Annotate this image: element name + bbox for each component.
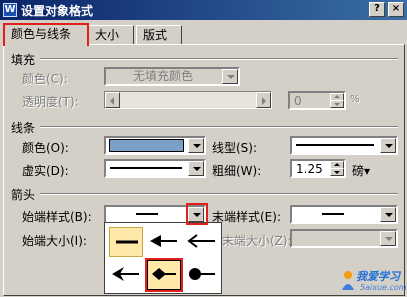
fill-section-title: 填充 xyxy=(11,53,36,67)
app-icon: W xyxy=(3,3,17,17)
watermark-text: 我爱学习 xyxy=(356,270,400,283)
tab-size-label: 大小 xyxy=(95,28,120,42)
begin-size-label: 始端大小(I): xyxy=(22,234,87,248)
transparency-down-icon[interactable] xyxy=(330,100,344,108)
title-bar: W 设置对象格式 ? × xyxy=(0,0,407,20)
arrow-style-popup xyxy=(104,222,222,294)
end-size-label: 末端大小(Z): xyxy=(222,234,292,248)
no-arrow-icon xyxy=(116,240,138,244)
watermark-logo: 我爱学习 5aixue.com xyxy=(338,266,407,296)
arrow-option-oval[interactable] xyxy=(185,260,219,290)
transparency-label: 透明度(T): xyxy=(22,95,79,109)
tab-colors-lines-label: 颜色与线条 xyxy=(11,27,72,41)
end-size-select[interactable] xyxy=(290,229,398,248)
fill-color-dropdown-button[interactable] xyxy=(222,69,238,84)
end-style-select[interactable] xyxy=(290,205,398,224)
help-button[interactable]: ? xyxy=(369,2,385,17)
arrow-diamond-icon xyxy=(152,268,176,280)
transparency-unit: % xyxy=(350,94,360,105)
arrow-option-stealth[interactable] xyxy=(109,260,143,290)
weight-input[interactable]: 1.25 xyxy=(290,159,346,178)
line-color-select[interactable] xyxy=(104,136,206,155)
line-style-dropdown-button[interactable] xyxy=(380,138,396,153)
fill-color-select[interactable]: 无填充颜色 xyxy=(104,67,240,86)
weight-unit[interactable]: 磅▾ xyxy=(352,162,370,179)
line-color-swatch xyxy=(109,139,184,152)
dash-select[interactable] xyxy=(104,159,206,178)
line-style-label: 线型(S): xyxy=(212,141,258,155)
fill-divider xyxy=(40,58,398,60)
line-style-select[interactable] xyxy=(290,136,398,155)
tab-layout-label: 版式 xyxy=(143,28,168,42)
dash-label: 虚实(D): xyxy=(22,164,69,178)
arrow-open-icon xyxy=(187,234,215,248)
window-title: 设置对象格式 xyxy=(21,4,94,18)
slider-right-icon[interactable] xyxy=(256,92,271,108)
arrow-option-filled[interactable] xyxy=(147,227,181,257)
arrows-section-title: 箭头 xyxy=(11,188,36,202)
dropdown-highlight-box xyxy=(186,203,208,225)
line-color-dropdown-button[interactable] xyxy=(188,138,204,153)
begin-style-preview xyxy=(136,213,158,215)
end-style-dropdown-button[interactable] xyxy=(380,207,396,222)
arrow-option-none[interactable] xyxy=(109,227,143,257)
transparency-input[interactable]: 0 xyxy=(288,91,346,110)
close-button[interactable]: × xyxy=(388,2,404,17)
line-section-title: 线条 xyxy=(11,121,36,135)
end-style-preview xyxy=(322,213,344,215)
dash-dropdown-button[interactable] xyxy=(188,161,204,176)
arrows-divider xyxy=(40,193,398,195)
line-style-preview xyxy=(296,144,374,146)
line-color-label: 颜色(O): xyxy=(22,141,69,155)
tab-colors-lines[interactable]: 颜色与线条 xyxy=(3,23,89,46)
weight-down-icon[interactable] xyxy=(330,168,344,176)
tab-size[interactable]: 大小 xyxy=(88,25,134,45)
weight-value: 1.25 xyxy=(296,162,323,176)
transparency-value: 0 xyxy=(294,94,302,108)
arrow-filled-icon xyxy=(150,235,177,247)
arrow-oval-icon xyxy=(189,268,215,280)
weight-label: 粗细(W): xyxy=(212,164,262,178)
slider-left-icon[interactable] xyxy=(105,92,120,108)
fill-color-value: 无填充颜色 xyxy=(132,69,193,83)
transparency-slider[interactable] xyxy=(104,91,272,109)
tab-layout[interactable]: 版式 xyxy=(136,25,182,45)
end-size-dropdown-button[interactable] xyxy=(380,231,396,246)
figure-icon xyxy=(342,271,354,290)
fill-color-label: 颜色(C): xyxy=(22,72,68,86)
arrow-option-diamond[interactable] xyxy=(145,258,183,292)
arrow-stealth-icon xyxy=(112,267,139,281)
line-divider xyxy=(40,126,398,128)
dash-preview xyxy=(110,167,182,169)
end-style-label: 末端样式(E): xyxy=(212,210,281,224)
begin-style-label: 始端样式(B): xyxy=(22,210,92,224)
arrow-option-open[interactable] xyxy=(185,227,219,257)
watermark-sub: 5aixue.com xyxy=(360,283,407,292)
